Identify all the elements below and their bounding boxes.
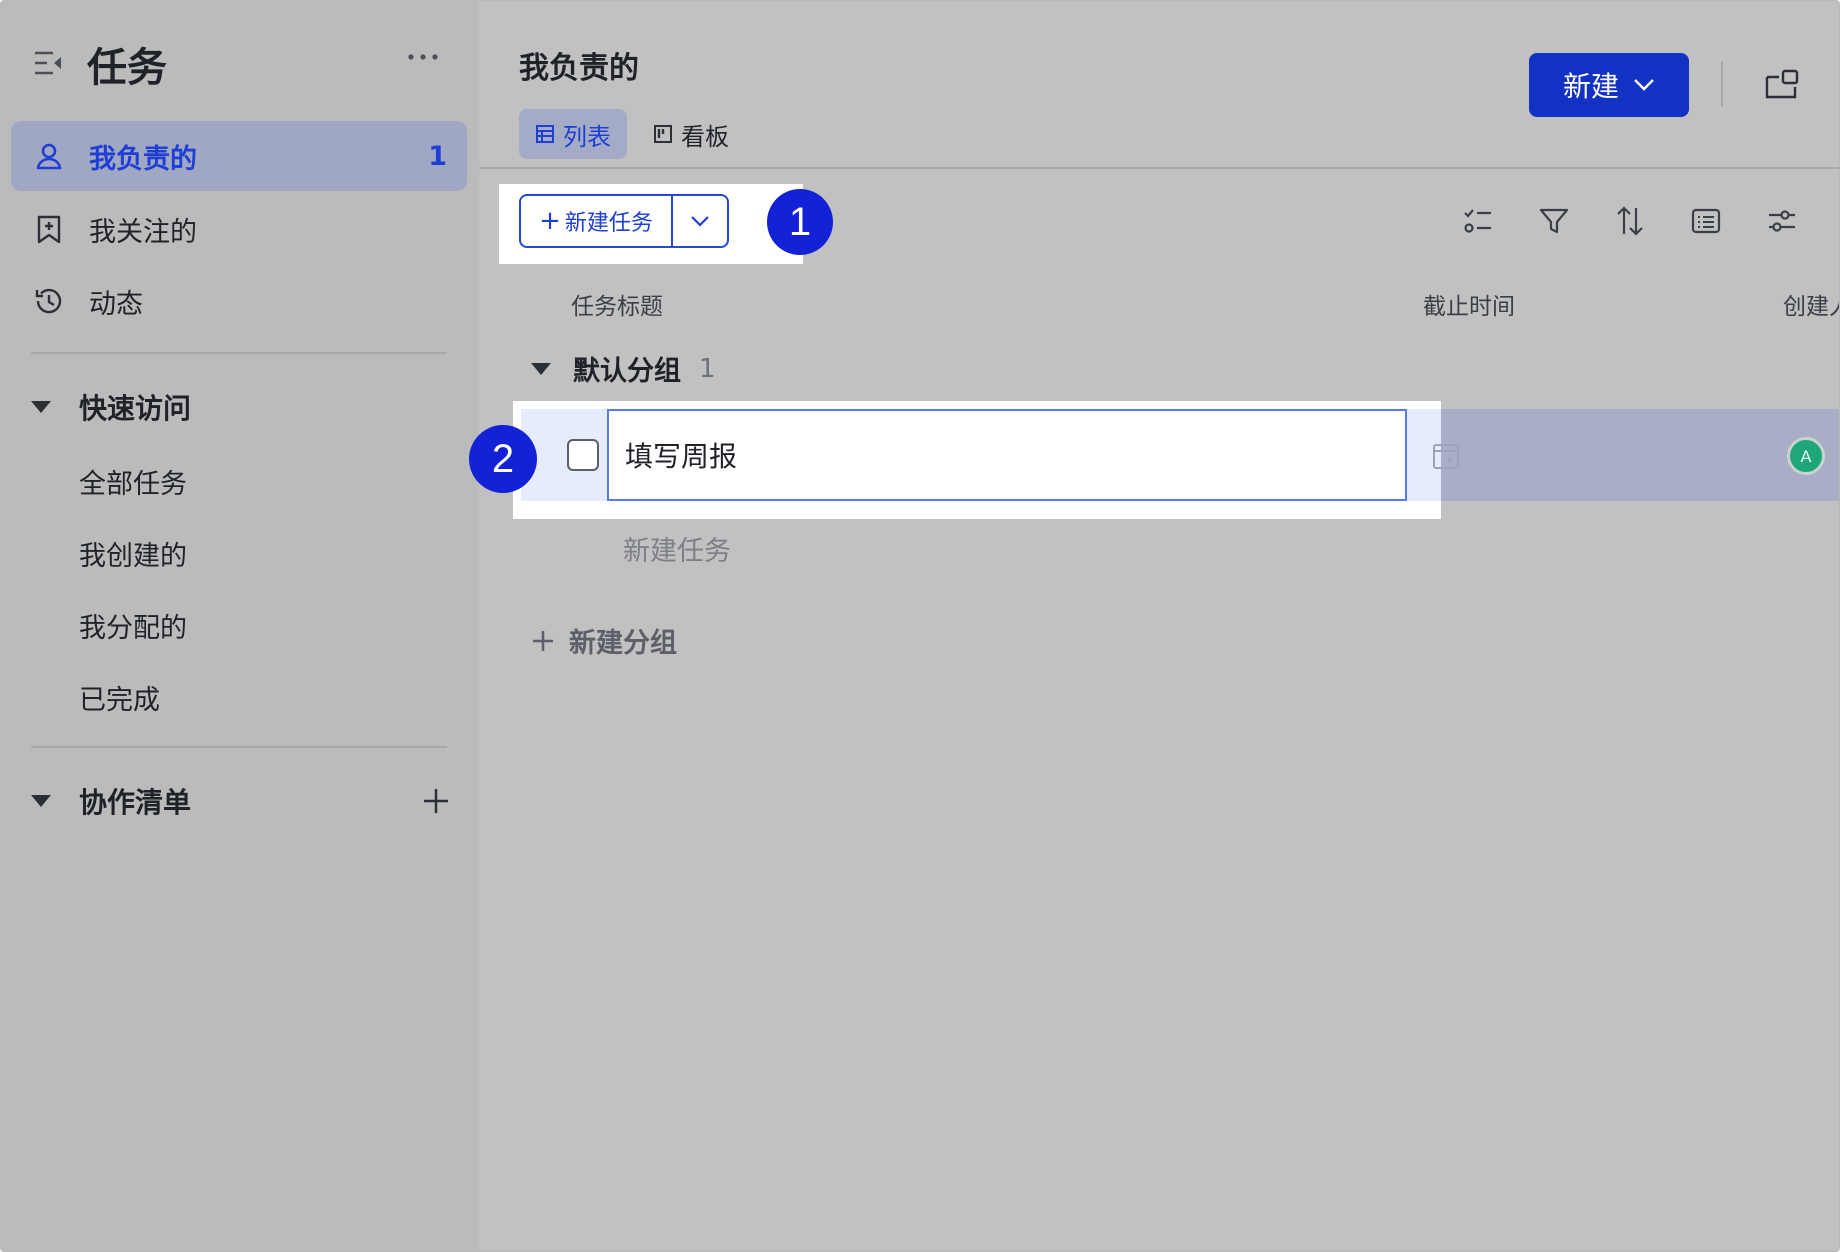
new-task-label: 新建任务: [564, 211, 653, 236]
new-button[interactable]: 新建: [1529, 53, 1689, 117]
task-checkbox[interactable]: [567, 439, 599, 471]
sidebar-item-count: 1: [428, 140, 447, 172]
calendar-icon[interactable]: [1431, 441, 1461, 471]
sidebar-divider: [31, 352, 447, 354]
sidebar-item-label: 动态: [89, 288, 143, 320]
add-task-inline[interactable]: 新建任务: [623, 529, 731, 568]
open-window-icon[interactable]: [1763, 67, 1799, 101]
add-group-label: 新建分组: [569, 628, 677, 659]
new-task-button[interactable]: + 新建任务: [519, 194, 729, 248]
collapse-triangle-icon: [31, 401, 51, 413]
history-icon: [31, 283, 67, 319]
sidebar-title: 任务: [87, 45, 167, 91]
quick-access-label: 快速访问: [79, 392, 192, 425]
sidebar-item-activity[interactable]: 动态: [11, 266, 467, 336]
group-count: 1: [699, 353, 716, 384]
kanban-icon: [654, 125, 672, 143]
sidebar-item-label: 我关注的: [89, 216, 197, 248]
sidebar: 任务 我负责的 1 我关注的 动态 快速访问 全部任务 我创建的 我分配的 已完…: [1, 1, 479, 1251]
callout-badge-2: 2: [469, 425, 537, 493]
collab-list-header[interactable]: 协作清单: [31, 776, 451, 826]
main-panel: 我负责的 新建 列表 看板 + 新建任务 1 任务标题 截止时间 创建 默认分组…: [469, 1, 1839, 1251]
sidebar-header: 任务: [1, 1, 479, 121]
chevron-down-icon: [1634, 79, 1654, 91]
group-name: 默认分组: [573, 356, 681, 387]
callout-badge-1: 1: [767, 189, 833, 255]
sidebar-item-created[interactable]: 我创建的: [79, 534, 187, 573]
tab-board[interactable]: 看板: [637, 109, 745, 159]
header-divider: [1721, 61, 1723, 107]
header-separator: [479, 167, 1839, 169]
page-title: 我负责的: [519, 51, 639, 86]
more-icon[interactable]: [405, 45, 441, 69]
app-window: 任务 我负责的 1 我关注的 动态 快速访问 全部任务 我创建的 我分配的 已完…: [0, 0, 1840, 1252]
sidebar-item-my-tasks[interactable]: 我负责的 1: [11, 121, 467, 191]
new-task-dropdown[interactable]: [673, 196, 727, 246]
sidebar-item-label: 我负责的: [89, 143, 197, 175]
add-group-button[interactable]: 新建分组: [531, 621, 677, 660]
sidebar-item-assigned[interactable]: 我分配的: [79, 606, 187, 645]
add-list-icon[interactable]: [421, 786, 451, 816]
task-title-text: 填写周报: [625, 440, 738, 473]
new-button-label: 新建: [1562, 70, 1619, 103]
collapse-sidebar-icon[interactable]: [32, 47, 64, 79]
task-title-input[interactable]: 填写周报: [607, 409, 1407, 501]
collab-list-label: 协作清单: [79, 786, 192, 819]
column-header-due[interactable]: 截止时间: [1423, 287, 1515, 321]
new-task-button-main[interactable]: + 新建任务: [521, 196, 673, 246]
view-tabs: 列表 看板: [519, 109, 755, 159]
column-header-creator[interactable]: 创建人: [1783, 287, 1839, 321]
collapse-triangle-icon: [531, 362, 551, 375]
column-header-title[interactable]: 任务标题: [571, 287, 663, 321]
group-header[interactable]: 默认分组 1: [531, 349, 716, 388]
settings-sliders-icon[interactable]: [1765, 204, 1799, 238]
sort-icon[interactable]: [1613, 204, 1647, 238]
list-view-icon[interactable]: [1689, 204, 1723, 238]
sidebar-item-following[interactable]: 我关注的: [11, 194, 467, 264]
filter-icon[interactable]: [1537, 204, 1571, 238]
tab-label: 列表: [563, 122, 611, 151]
plus-icon: [533, 630, 553, 651]
bookmark-plus-icon: [31, 211, 67, 247]
tab-label: 看板: [681, 122, 729, 151]
table-icon: [536, 125, 554, 143]
sidebar-item-all-tasks[interactable]: 全部任务: [79, 462, 187, 501]
collapse-triangle-icon: [31, 795, 51, 807]
plus-icon: +: [539, 206, 561, 236]
sidebar-divider: [31, 746, 447, 748]
person-icon: [31, 138, 67, 174]
checklist-icon[interactable]: [1461, 204, 1495, 238]
tab-list[interactable]: 列表: [519, 109, 627, 159]
quick-access-header[interactable]: 快速访问: [31, 382, 451, 432]
chevron-down-icon: [691, 216, 709, 227]
sidebar-item-completed[interactable]: 已完成: [79, 678, 160, 717]
avatar[interactable]: A: [1787, 437, 1825, 475]
